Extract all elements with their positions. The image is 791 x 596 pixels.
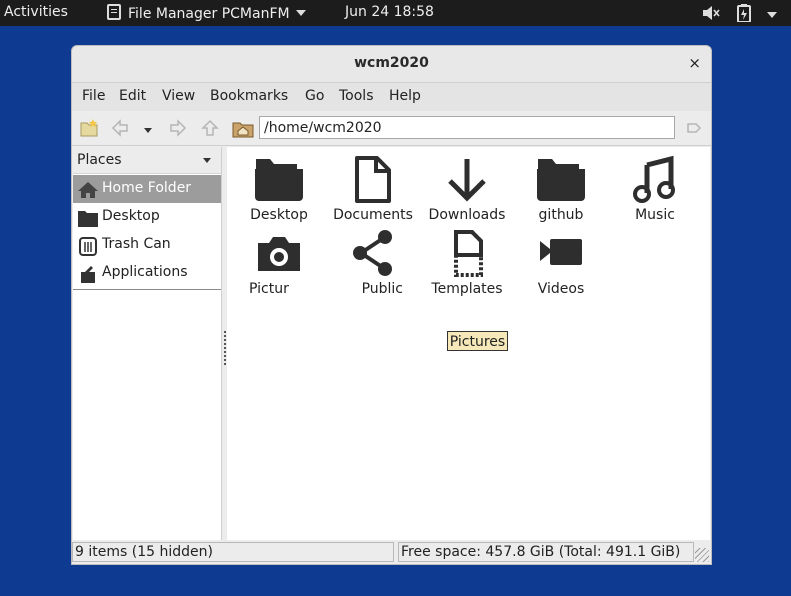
places-selector[interactable]: Places (73, 147, 221, 174)
sidebar-item-label: Applications (102, 264, 188, 280)
file-name: Pictur (249, 281, 289, 297)
share-icon (343, 229, 403, 283)
menu-edit[interactable]: Edit (119, 88, 146, 104)
divider (73, 289, 221, 290)
folder-icon (77, 208, 98, 227)
file-item-templates[interactable]: Templates (423, 229, 511, 297)
top-bar: Activities File Manager PCManFM Jun 24 1… (0, 0, 791, 26)
file-item-desktop[interactable]: Desktop (235, 155, 323, 223)
sidebar-item-home-folder[interactable]: Home Folder (73, 175, 221, 203)
download-icon (437, 155, 497, 209)
file-view[interactable]: Desktop Documents Downloads github Music… (227, 147, 710, 540)
side-pane: Places Home Folder Desktop Trash Can App… (73, 147, 222, 540)
menu-bar: File Edit View Bookmarks Go Tools Help (72, 82, 711, 112)
clock[interactable]: Jun 24 18:58 (345, 4, 434, 20)
music-icon (625, 155, 685, 209)
chevron-down-icon (295, 10, 306, 16)
trash-icon (77, 236, 97, 256)
forward-button[interactable] (168, 118, 188, 138)
chevron-down-icon (203, 158, 211, 163)
menu-help[interactable]: Help (389, 88, 421, 104)
battery-icon[interactable] (736, 4, 751, 26)
sidebar-item-label: Home Folder (102, 180, 192, 196)
resize-grip-icon[interactable] (695, 548, 709, 562)
system-tray[interactable] (690, 4, 777, 26)
menu-view[interactable]: View (162, 88, 195, 104)
sidebar-item-label: Trash Can (102, 236, 171, 252)
address-bar[interactable]: /home/wcm2020 (259, 116, 675, 139)
file-item-videos[interactable]: Videos (517, 229, 605, 297)
parent-folder-button[interactable] (200, 118, 220, 138)
home-icon (77, 180, 98, 198)
history-dropdown-button[interactable] (138, 118, 158, 138)
file-item-downloads[interactable]: Downloads (423, 155, 511, 223)
file-name: Documents (333, 207, 413, 223)
file-name: Videos (537, 281, 585, 297)
camera-icon (249, 229, 309, 283)
places-label: Places (77, 152, 122, 168)
sidebar-item-trash-can[interactable]: Trash Can (73, 231, 221, 259)
home-button[interactable] (232, 118, 254, 138)
file-item-music[interactable]: Music (611, 155, 699, 223)
video-icon (531, 229, 591, 283)
close-button[interactable]: × (688, 54, 701, 72)
activities-button[interactable]: Activities (4, 4, 68, 20)
file-item-github[interactable]: github (517, 155, 605, 223)
folder-icon (249, 155, 309, 209)
sidebar-item-label: Desktop (102, 208, 160, 224)
app-menu[interactable]: File Manager PCManFM (107, 4, 306, 22)
app-menu-label: File Manager PCManFM (128, 6, 290, 22)
file-item-public[interactable]: Public (329, 229, 417, 297)
free-space: Free space: 457.8 GiB (Total: 491.1 GiB) (398, 542, 694, 562)
menu-tools[interactable]: Tools (339, 88, 374, 104)
applications-icon (77, 264, 97, 283)
toolbar: /home/wcm2020 (72, 111, 711, 146)
volume-muted-icon[interactable] (702, 5, 720, 25)
status-bar: 9 items (15 hidden) Free space: 457.8 Gi… (72, 541, 711, 564)
sidebar-item-applications[interactable]: Applications (73, 259, 221, 287)
file-name: Downloads (428, 207, 506, 223)
menu-file[interactable]: File (82, 88, 105, 104)
chevron-down-icon[interactable] (767, 7, 777, 23)
menu-bookmarks[interactable]: Bookmarks (210, 88, 288, 104)
back-button[interactable] (110, 118, 130, 138)
item-count: 9 items (15 hidden) (72, 542, 394, 562)
file-item-documents[interactable]: Documents (329, 155, 417, 223)
file-name: Music (635, 207, 675, 223)
go-button[interactable] (684, 118, 704, 138)
document-icon (343, 155, 403, 209)
file-item-pictures[interactable]: Pictur (235, 229, 323, 297)
file-name: Templates (431, 281, 503, 297)
window-title: wcm2020 (354, 55, 429, 71)
title-bar[interactable]: wcm2020 × (72, 46, 711, 82)
file-name: github (538, 207, 584, 223)
file-name: Public (361, 281, 403, 297)
folder-icon (531, 155, 591, 209)
new-tab-button[interactable] (79, 118, 99, 138)
rename-field[interactable]: Pictures (447, 331, 508, 351)
file-manager-window: wcm2020 × File Edit View Bookmarks Go To… (71, 45, 712, 565)
app-icon (107, 4, 121, 20)
menu-go[interactable]: Go (305, 88, 324, 104)
file-name: Desktop (250, 207, 308, 223)
template-icon (437, 229, 497, 283)
sidebar-item-desktop[interactable]: Desktop (73, 203, 221, 231)
